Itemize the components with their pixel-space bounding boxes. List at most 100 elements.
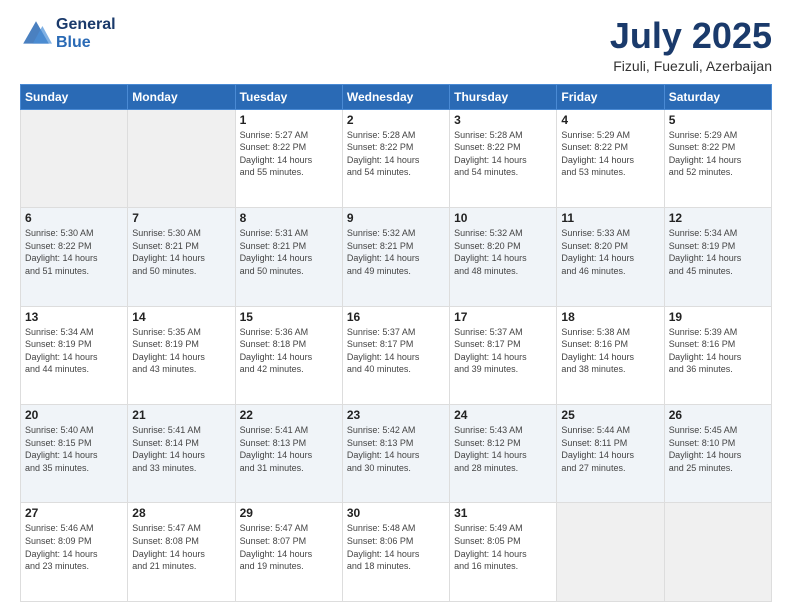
calendar-cell [664, 503, 771, 602]
calendar-cell [128, 109, 235, 207]
calendar-cell: 22 Sunrise: 5:41 AM Sunset: 8:13 PM Dayli… [235, 405, 342, 503]
day-number: 2 [347, 113, 445, 127]
day-info: Sunrise: 5:27 AM Sunset: 8:22 PM Dayligh… [240, 129, 338, 179]
day-info: Sunrise: 5:48 AM Sunset: 8:06 PM Dayligh… [347, 522, 445, 572]
col-header-thursday: Thursday [450, 84, 557, 109]
week-row-2: 6Sunrise: 5:30 AM Sunset: 8:22 PM Daylig… [21, 208, 772, 306]
calendar-cell: 18 Sunrise: 5:38 AM Sunset: 8:16 PM Dayli… [557, 306, 664, 404]
day-number: 26 [669, 408, 767, 422]
header: General Blue July 2025 Fizuli, Fuezuli, … [20, 16, 772, 74]
calendar-table: SundayMondayTuesdayWednesdayThursdayFrid… [20, 84, 772, 602]
day-number: 25 [561, 408, 659, 422]
day-number: 18 [561, 310, 659, 324]
week-row-4: 20 Sunrise: 5:40 AM Sunset: 8:15 PM Dayli… [21, 405, 772, 503]
calendar-cell: 24 Sunrise: 5:43 AM Sunset: 8:12 PM Dayli… [450, 405, 557, 503]
day-info: Sunrise: 5:29 AM Sunset: 8:22 PM Dayligh… [561, 129, 659, 179]
day-info: Sunrise: 5:44 AM Sunset: 8:11 PM Dayligh… [561, 424, 659, 474]
calendar-cell: 8Sunrise: 5:31 AM Sunset: 8:21 PM Daylig… [235, 208, 342, 306]
calendar-cell: 12 Sunrise: 5:34 AM Sunset: 8:19 PM Dayli… [664, 208, 771, 306]
day-info: Sunrise: 5:45 AM Sunset: 8:10 PM Dayligh… [669, 424, 767, 474]
calendar-cell: 5Sunrise: 5:29 AM Sunset: 8:22 PM Daylig… [664, 109, 771, 207]
calendar-cell: 21Sunrise: 5:41 AM Sunset: 8:14 PM Dayli… [128, 405, 235, 503]
calendar-cell: 11 Sunrise: 5:33 AM Sunset: 8:20 PM Dayli… [557, 208, 664, 306]
day-info: Sunrise: 5:32 AM Sunset: 8:20 PM Dayligh… [454, 227, 552, 277]
calendar-cell: 29 Sunrise: 5:47 AM Sunset: 8:07 PM Dayli… [235, 503, 342, 602]
calendar-cell: 25 Sunrise: 5:44 AM Sunset: 8:11 PM Dayli… [557, 405, 664, 503]
calendar-cell: 27Sunrise: 5:46 AM Sunset: 8:09 PM Dayli… [21, 503, 128, 602]
day-info: Sunrise: 5:49 AM Sunset: 8:05 PM Dayligh… [454, 522, 552, 572]
calendar-cell: 15 Sunrise: 5:36 AM Sunset: 8:18 PM Dayli… [235, 306, 342, 404]
location: Fizuli, Fuezuli, Azerbaijan [610, 58, 772, 74]
day-number: 29 [240, 506, 338, 520]
calendar-cell: 7 Sunrise: 5:30 AM Sunset: 8:21 PM Daylig… [128, 208, 235, 306]
day-info: Sunrise: 5:30 AM Sunset: 8:21 PM Dayligh… [132, 227, 230, 277]
day-number: 31 [454, 506, 552, 520]
day-number: 13 [25, 310, 123, 324]
day-info: Sunrise: 5:47 AM Sunset: 8:07 PM Dayligh… [240, 522, 338, 572]
calendar-cell: 16 Sunrise: 5:37 AM Sunset: 8:17 PM Dayli… [342, 306, 449, 404]
col-header-wednesday: Wednesday [342, 84, 449, 109]
calendar-cell: 3 Sunrise: 5:28 AM Sunset: 8:22 PM Daylig… [450, 109, 557, 207]
calendar-cell: 4 Sunrise: 5:29 AM Sunset: 8:22 PM Daylig… [557, 109, 664, 207]
day-number: 8 [240, 211, 338, 225]
calendar-cell: 1Sunrise: 5:27 AM Sunset: 8:22 PM Daylig… [235, 109, 342, 207]
page: General Blue July 2025 Fizuli, Fuezuli, … [0, 0, 792, 612]
col-header-friday: Friday [557, 84, 664, 109]
week-row-3: 13 Sunrise: 5:34 AM Sunset: 8:19 PM Dayli… [21, 306, 772, 404]
day-info: Sunrise: 5:28 AM Sunset: 8:22 PM Dayligh… [454, 129, 552, 179]
title-block: July 2025 Fizuli, Fuezuli, Azerbaijan [610, 16, 772, 74]
day-info: Sunrise: 5:34 AM Sunset: 8:19 PM Dayligh… [25, 326, 123, 376]
day-info: Sunrise: 5:43 AM Sunset: 8:12 PM Dayligh… [454, 424, 552, 474]
calendar-header-row: SundayMondayTuesdayWednesdayThursdayFrid… [21, 84, 772, 109]
day-info: Sunrise: 5:38 AM Sunset: 8:16 PM Dayligh… [561, 326, 659, 376]
calendar-cell: 9 Sunrise: 5:32 AM Sunset: 8:21 PM Daylig… [342, 208, 449, 306]
day-number: 14 [132, 310, 230, 324]
day-info: Sunrise: 5:36 AM Sunset: 8:18 PM Dayligh… [240, 326, 338, 376]
calendar-cell: 14Sunrise: 5:35 AM Sunset: 8:19 PM Dayli… [128, 306, 235, 404]
day-number: 3 [454, 113, 552, 127]
day-info: Sunrise: 5:34 AM Sunset: 8:19 PM Dayligh… [669, 227, 767, 277]
day-number: 30 [347, 506, 445, 520]
col-header-sunday: Sunday [21, 84, 128, 109]
day-info: Sunrise: 5:40 AM Sunset: 8:15 PM Dayligh… [25, 424, 123, 474]
day-number: 27 [25, 506, 123, 520]
logo-icon [20, 18, 52, 50]
day-info: Sunrise: 5:39 AM Sunset: 8:16 PM Dayligh… [669, 326, 767, 376]
day-number: 16 [347, 310, 445, 324]
day-number: 15 [240, 310, 338, 324]
day-info: Sunrise: 5:33 AM Sunset: 8:20 PM Dayligh… [561, 227, 659, 277]
day-info: Sunrise: 5:28 AM Sunset: 8:22 PM Dayligh… [347, 129, 445, 179]
calendar-cell [557, 503, 664, 602]
calendar-cell: 17Sunrise: 5:37 AM Sunset: 8:17 PM Dayli… [450, 306, 557, 404]
day-number: 24 [454, 408, 552, 422]
col-header-monday: Monday [128, 84, 235, 109]
day-info: Sunrise: 5:32 AM Sunset: 8:21 PM Dayligh… [347, 227, 445, 277]
day-info: Sunrise: 5:30 AM Sunset: 8:22 PM Dayligh… [25, 227, 123, 277]
day-number: 10 [454, 211, 552, 225]
day-number: 7 [132, 211, 230, 225]
day-number: 11 [561, 211, 659, 225]
day-info: Sunrise: 5:37 AM Sunset: 8:17 PM Dayligh… [454, 326, 552, 376]
logo-text: General Blue [56, 16, 116, 52]
day-info: Sunrise: 5:47 AM Sunset: 8:08 PM Dayligh… [132, 522, 230, 572]
week-row-1: 1Sunrise: 5:27 AM Sunset: 8:22 PM Daylig… [21, 109, 772, 207]
calendar-cell [21, 109, 128, 207]
calendar-cell: 19Sunrise: 5:39 AM Sunset: 8:16 PM Dayli… [664, 306, 771, 404]
col-header-tuesday: Tuesday [235, 84, 342, 109]
calendar-cell: 2 Sunrise: 5:28 AM Sunset: 8:22 PM Daylig… [342, 109, 449, 207]
calendar-cell: 10 Sunrise: 5:32 AM Sunset: 8:20 PM Dayli… [450, 208, 557, 306]
day-info: Sunrise: 5:37 AM Sunset: 8:17 PM Dayligh… [347, 326, 445, 376]
day-info: Sunrise: 5:29 AM Sunset: 8:22 PM Dayligh… [669, 129, 767, 179]
day-number: 9 [347, 211, 445, 225]
day-number: 20 [25, 408, 123, 422]
col-header-saturday: Saturday [664, 84, 771, 109]
day-number: 12 [669, 211, 767, 225]
day-number: 22 [240, 408, 338, 422]
day-info: Sunrise: 5:41 AM Sunset: 8:13 PM Dayligh… [240, 424, 338, 474]
calendar-cell: 30 Sunrise: 5:48 AM Sunset: 8:06 PM Dayli… [342, 503, 449, 602]
calendar-cell: 31 Sunrise: 5:49 AM Sunset: 8:05 PM Dayli… [450, 503, 557, 602]
calendar-cell: 26 Sunrise: 5:45 AM Sunset: 8:10 PM Dayli… [664, 405, 771, 503]
calendar-cell: 13 Sunrise: 5:34 AM Sunset: 8:19 PM Dayli… [21, 306, 128, 404]
calendar-cell: 28Sunrise: 5:47 AM Sunset: 8:08 PM Dayli… [128, 503, 235, 602]
day-number: 4 [561, 113, 659, 127]
